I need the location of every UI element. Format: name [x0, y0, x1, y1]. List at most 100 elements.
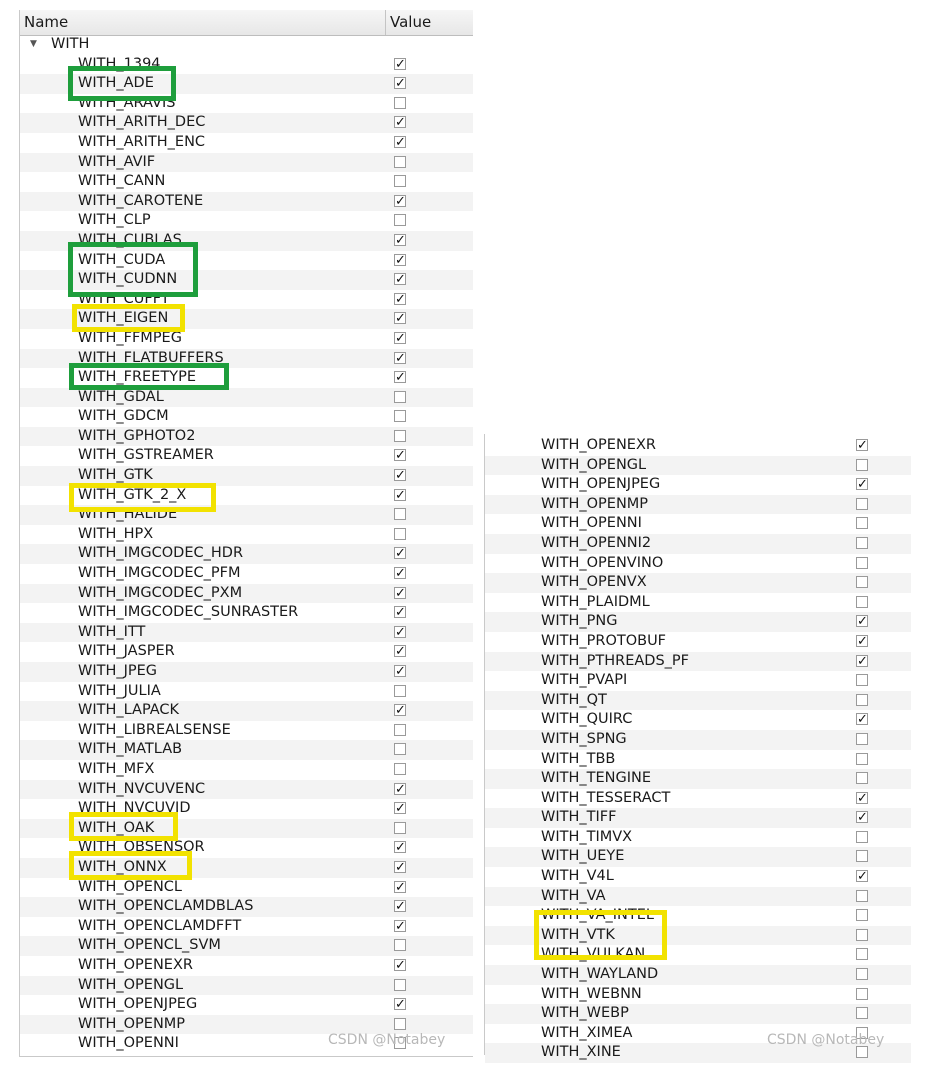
table-row[interactable]: WITH_GTK_2_X ✓: [20, 486, 473, 506]
table-row[interactable]: WITH_SPNG: [485, 729, 911, 750]
value-checkbox[interactable]: ✓: [394, 880, 406, 894]
value-checkbox[interactable]: ✓: [394, 233, 406, 247]
value-checkbox[interactable]: ✓: [394, 704, 406, 717]
value-checkbox[interactable]: [856, 1007, 868, 1020]
table-row[interactable]: WITH_ADE ✓: [20, 74, 473, 94]
table-row[interactable]: WITH_TIMVX: [485, 828, 911, 848]
table-row[interactable]: WITH_VULKAN: [485, 945, 911, 965]
value-checkbox[interactable]: [856, 968, 868, 981]
table-row[interactable]: WITH_VA: [485, 886, 911, 907]
value-checkbox[interactable]: ✓: [394, 371, 406, 384]
table-row[interactable]: WITH_OPENGL: [20, 975, 473, 996]
value-checkbox[interactable]: ✓: [394, 998, 406, 1011]
value-checkbox[interactable]: [394, 684, 406, 697]
value-checkbox[interactable]: [856, 752, 868, 765]
value-checkbox[interactable]: [394, 1017, 406, 1030]
table-row[interactable]: WITH_WEBNN: [485, 985, 911, 1005]
value-checkbox[interactable]: ✓: [394, 488, 406, 502]
table-row[interactable]: WITH_OPENGL: [485, 455, 911, 476]
table-row[interactable]: WITH_V4L ✓: [485, 867, 911, 887]
value-checkbox[interactable]: ✓: [394, 567, 406, 580]
table-row[interactable]: WITH_OAK: [20, 818, 473, 839]
value-checkbox[interactable]: [394, 978, 406, 991]
table-row[interactable]: WITH_EIGEN ✓: [20, 309, 473, 329]
value-checkbox[interactable]: [394, 743, 406, 756]
table-row[interactable]: WITH_HALIDE: [20, 505, 473, 525]
value-checkbox[interactable]: ✓: [394, 782, 406, 796]
value-checkbox[interactable]: [856, 674, 868, 687]
table-row[interactable]: WITH_PROTOBUF ✓: [485, 632, 911, 652]
table-row[interactable]: WITH_ARITH_ENC ✓: [20, 133, 473, 153]
value-checkbox[interactable]: ✓: [394, 57, 406, 71]
value-checkbox[interactable]: [856, 909, 868, 922]
table-row[interactable]: WITH_FFMPEG ✓: [20, 329, 473, 349]
value-checkbox[interactable]: [856, 517, 868, 530]
table-row[interactable]: WITH_TESSERACT ✓: [485, 789, 911, 809]
value-checkbox[interactable]: ✓: [394, 860, 406, 874]
table-row[interactable]: WITH_CUDNN ✓: [20, 270, 473, 290]
value-checkbox[interactable]: ✓: [394, 547, 406, 560]
table-row[interactable]: WITH_JPEG ✓: [20, 662, 473, 682]
value-checkbox[interactable]: [394, 821, 406, 834]
table-row[interactable]: WITH_AVIF: [20, 152, 473, 173]
value-checkbox[interactable]: ✓: [394, 841, 406, 854]
value-checkbox[interactable]: ✓: [394, 116, 406, 129]
expand-triangle-icon[interactable]: ▼: [30, 35, 37, 55]
table-row[interactable]: WITH_JASPER ✓: [20, 642, 473, 662]
value-checkbox[interactable]: [394, 527, 406, 540]
value-checkbox[interactable]: [394, 214, 406, 227]
value-checkbox[interactable]: ✓: [394, 665, 406, 678]
table-row[interactable]: WITH_OPENJPEG ✓: [20, 995, 473, 1015]
value-checkbox[interactable]: ✓: [394, 312, 406, 325]
value-checkbox[interactable]: [856, 850, 868, 863]
value-checkbox[interactable]: ✓: [856, 634, 868, 648]
table-row[interactable]: WITH_ITT ✓: [20, 622, 473, 643]
value-checkbox[interactable]: ✓: [856, 439, 868, 452]
table-row[interactable]: WITH_ONNX ✓: [20, 857, 473, 878]
table-row[interactable]: WITH_IMGCODEC_SUNRASTER ✓: [20, 603, 473, 623]
table-row[interactable]: WITH_FLATBUFFERS ✓: [20, 348, 473, 369]
table-row[interactable]: WITH_OPENEXR ✓: [485, 436, 911, 456]
value-checkbox[interactable]: [856, 987, 868, 1000]
table-row[interactable]: WITH_1394 ✓: [20, 55, 473, 75]
table-row[interactable]: WITH_CAROTENE ✓: [20, 191, 473, 212]
value-column-header[interactable]: Value: [386, 10, 473, 35]
table-row[interactable]: WITH_OPENCLAMDFFT ✓: [20, 917, 473, 937]
table-row[interactable]: WITH_OPENNI: [485, 514, 911, 534]
value-checkbox[interactable]: [856, 928, 868, 941]
table-row[interactable]: WITH_WEBP: [485, 1004, 911, 1024]
value-checkbox[interactable]: [394, 723, 406, 736]
value-checkbox[interactable]: ✓: [856, 713, 868, 726]
value-checkbox[interactable]: ✓: [394, 469, 406, 482]
table-row[interactable]: WITH_PTHREADS_PF ✓: [485, 651, 911, 672]
value-checkbox[interactable]: [394, 390, 406, 403]
table-row[interactable]: WITH_MFX: [20, 760, 473, 780]
table-row[interactable]: WITH_VA_INTEL: [485, 906, 911, 926]
value-checkbox[interactable]: ✓: [856, 870, 868, 883]
value-checkbox[interactable]: ✓: [856, 791, 868, 805]
table-row[interactable]: WITH_MATLAB: [20, 740, 473, 760]
table-row[interactable]: WITH_OPENVX: [485, 573, 911, 593]
table-row[interactable]: WITH_PLAIDML: [485, 593, 911, 613]
value-checkbox[interactable]: ✓: [394, 351, 406, 365]
value-checkbox[interactable]: [856, 693, 868, 706]
table-row[interactable]: WITH_GPHOTO2: [20, 426, 473, 447]
value-checkbox[interactable]: [856, 889, 868, 902]
table-row[interactable]: WITH_ARITH_DEC ✓: [20, 113, 473, 133]
table-row[interactable]: WITH_ARAVIS: [20, 94, 473, 114]
table-row[interactable]: WITH_TBB: [485, 750, 911, 770]
table-row[interactable]: WITH_IMGCODEC_PFM ✓: [20, 564, 473, 584]
value-checkbox[interactable]: ✓: [394, 77, 406, 90]
table-row[interactable]: WITH_CLP: [20, 211, 473, 231]
table-row[interactable]: WITH_GTK ✓: [20, 466, 473, 486]
table-row[interactable]: WITH_CANN: [20, 172, 473, 192]
table-row[interactable]: WITH_IMGCODEC_HDR ✓: [20, 544, 473, 565]
value-checkbox[interactable]: ✓: [394, 586, 406, 600]
value-checkbox[interactable]: [856, 556, 868, 569]
value-checkbox[interactable]: ✓: [394, 253, 406, 267]
value-checkbox[interactable]: ✓: [394, 919, 406, 933]
value-checkbox[interactable]: ✓: [394, 292, 406, 306]
value-checkbox[interactable]: ✓: [394, 449, 406, 462]
value-checkbox[interactable]: [856, 536, 868, 549]
value-checkbox[interactable]: ✓: [394, 958, 406, 972]
